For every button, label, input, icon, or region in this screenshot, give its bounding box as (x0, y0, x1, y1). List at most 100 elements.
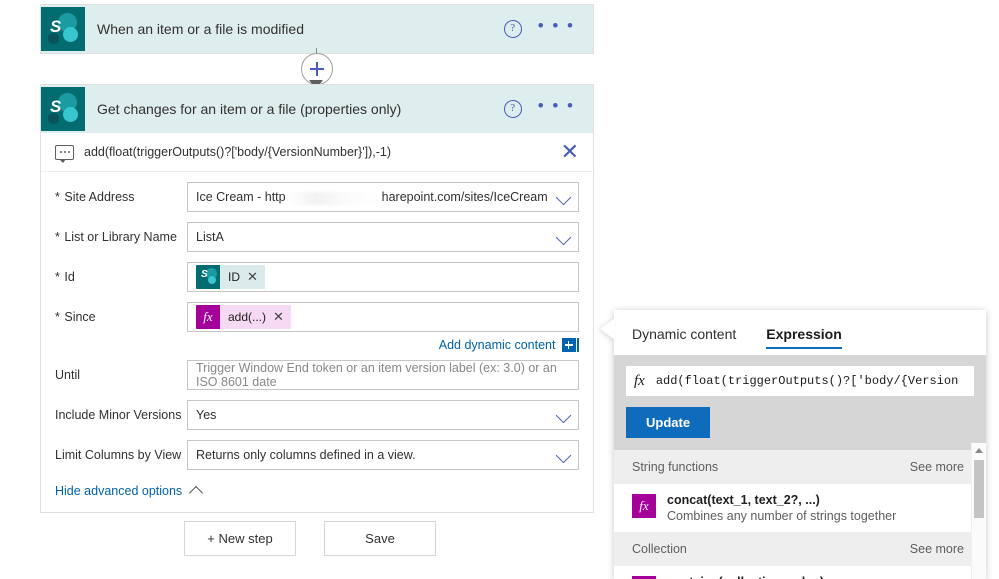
field-label-until: Until (55, 368, 81, 382)
field-label-id: * Id (55, 270, 75, 284)
remove-token-icon[interactable]: ✕ (247, 269, 258, 285)
site-address-dropdown[interactable]: Ice Cream - http harepoint.com/sites/Ice… (187, 182, 579, 212)
fx-icon: fx (632, 494, 656, 518)
field-row-limit-columns: Limit Columns by View Returns only colum… (55, 440, 579, 470)
include-minor-versions-value: Yes (196, 408, 217, 422)
add-dynamic-content-bar-icon (577, 338, 579, 352)
sharepoint-icon: S (41, 87, 85, 131)
site-address-value-suffix: harepoint.com/sites/IceCream (381, 190, 548, 204)
expression-panel: Dynamic content Expression fx add(float(… (614, 310, 986, 579)
field-label-since: * Since (55, 310, 96, 324)
chevron-down-icon[interactable] (555, 447, 572, 464)
more-options-icon[interactable]: • • • (538, 97, 575, 116)
field-label-limit-columns: Limit Columns by View (55, 448, 182, 462)
field-label-list-name: * List or Library Name (55, 230, 177, 244)
field-row-until: Until Trigger Window End token or an ite… (55, 360, 579, 390)
token-label-wrap: ID ✕ (220, 265, 265, 289)
help-icon[interactable]: ? (503, 100, 522, 118)
until-placeholder: Trigger Window End token or an item vers… (196, 361, 557, 389)
chevron-down-icon[interactable] (555, 407, 572, 424)
fx-glyph: fx (203, 309, 213, 324)
trigger-card[interactable]: S When an item or a file is modified ? •… (40, 4, 594, 54)
sharepoint-icon: S (196, 265, 220, 289)
chevron-down-icon[interactable] (555, 189, 572, 206)
expression-input[interactable]: fx add(float(triggerOutputs()?['body/{Ve… (626, 366, 974, 396)
field-label-site-address: * Site Address (55, 190, 135, 204)
function-item[interactable]: fx contains(collection, value) Returns t… (614, 566, 986, 579)
field-label-text: Id (64, 270, 75, 284)
remove-token-icon[interactable]: ✕ (273, 309, 284, 325)
expression-summary-bar[interactable]: add(float(triggerOutputs()?['body/{Versi… (41, 133, 593, 172)
flow-designer-canvas: S When an item or a file is modified ? •… (0, 0, 620, 579)
comment-icon (55, 144, 74, 163)
tab-expression[interactable]: Expression (766, 310, 843, 355)
fx-icon: fx (634, 372, 645, 389)
see-more-link[interactable]: See more (910, 460, 964, 474)
trigger-card-header[interactable]: S When an item or a file is modified ? •… (41, 5, 593, 53)
action-card[interactable]: S Get changes for an item or a file (pro… (40, 84, 594, 513)
function-group-header-string: String functions See more (614, 450, 986, 484)
add-dynamic-content-link[interactable]: Add dynamic content (439, 338, 556, 352)
chevron-down-icon[interactable] (555, 229, 572, 246)
panel-scrollbar[interactable] (971, 443, 986, 579)
fx-icon: fx (196, 305, 220, 329)
include-minor-versions-dropdown[interactable]: Yes (187, 400, 579, 430)
id-input[interactable]: S ID ✕ (187, 262, 579, 292)
sharepoint-icon: S (41, 7, 85, 51)
function-group-name: Collection (632, 542, 687, 556)
field-row-include-minor-versions: Include Minor Versions Yes (55, 400, 579, 430)
expression-summary-text: add(float(triggerOutputs()?['body/{Versi… (84, 145, 392, 159)
field-label-include-minor-versions: Include Minor Versions (55, 408, 182, 422)
panel-tabs: Dynamic content Expression (614, 310, 986, 355)
list-name-dropdown[interactable]: ListA (187, 222, 579, 252)
panel-callout-pointer (600, 318, 615, 340)
field-label-text: Since (64, 310, 96, 324)
token-label: ID (228, 270, 240, 284)
field-label-text: Site Address (64, 190, 135, 204)
close-icon[interactable]: ✕ (551, 141, 579, 163)
function-group-header-collection: Collection See more (614, 532, 986, 566)
field-row-since: * Since fx add(...) ✕ (55, 302, 579, 332)
more-options-icon[interactable]: • • • (538, 17, 575, 36)
until-input[interactable]: Trigger Window End token or an item vers… (187, 360, 579, 390)
redacted-region (287, 191, 380, 205)
action-card-header-icons: ? • • • (503, 97, 575, 118)
add-dynamic-content-icon[interactable] (561, 338, 576, 352)
function-group-name: String functions (632, 460, 719, 474)
function-item[interactable]: fx concat(text_1, text_2?, ...) Combines… (614, 484, 986, 532)
tab-dynamic-content[interactable]: Dynamic content (632, 310, 736, 355)
scroll-up-icon[interactable] (975, 448, 983, 453)
update-button[interactable]: Update (626, 407, 711, 438)
flow-bottom-actions: + New step Save (0, 521, 620, 556)
action-card-title: Get changes for an item or a file (prope… (97, 101, 402, 117)
hide-advanced-options-link[interactable]: Hide advanced options (55, 484, 182, 498)
advanced-options-row: Hide advanced options (55, 484, 579, 501)
expression-token-since[interactable]: fx add(...) ✕ (196, 305, 291, 329)
field-row-id: * Id S ID ✕ (55, 262, 579, 292)
chevron-up-icon[interactable] (189, 485, 204, 501)
field-row-site-address: * Site Address Ice Cream - http harepoin… (55, 182, 579, 212)
flow-connector (295, 48, 339, 89)
limit-columns-dropdown[interactable]: Returns only columns defined in a view. (187, 440, 579, 470)
save-button[interactable]: Save (324, 521, 436, 556)
add-dynamic-content-row: Add dynamic content (55, 338, 579, 352)
limit-columns-value: Returns only columns defined in a view. (196, 448, 416, 462)
function-name: concat(text_1, text_2?, ...) (667, 493, 820, 507)
action-card-header[interactable]: S Get changes for an item or a file (pro… (41, 85, 593, 133)
function-list: String functions See more fx concat(text… (614, 450, 986, 579)
expression-editor-zone: fx add(float(triggerOutputs()?['body/{Ve… (614, 355, 986, 450)
function-name: contains(collection, value) (667, 575, 985, 579)
trigger-card-title: When an item or a file is modified (97, 21, 304, 37)
dynamic-content-token-id[interactable]: S ID ✕ (196, 265, 265, 289)
token-label: add(...) (228, 310, 267, 324)
function-description: Combines any number of strings together (667, 509, 897, 523)
help-icon[interactable]: ? (503, 20, 522, 38)
field-label-text: List or Library Name (64, 230, 177, 244)
new-step-button[interactable]: + New step (184, 521, 296, 556)
see-more-link[interactable]: See more (910, 542, 964, 556)
scrollbar-thumb[interactable] (974, 460, 984, 518)
since-input[interactable]: fx add(...) ✕ (187, 302, 579, 332)
site-address-value-prefix: Ice Cream - http (196, 190, 286, 204)
expression-input-value: add(float(triggerOutputs()?['body/{Versi… (655, 374, 959, 388)
trigger-card-header-icons: ? • • • (503, 17, 575, 38)
